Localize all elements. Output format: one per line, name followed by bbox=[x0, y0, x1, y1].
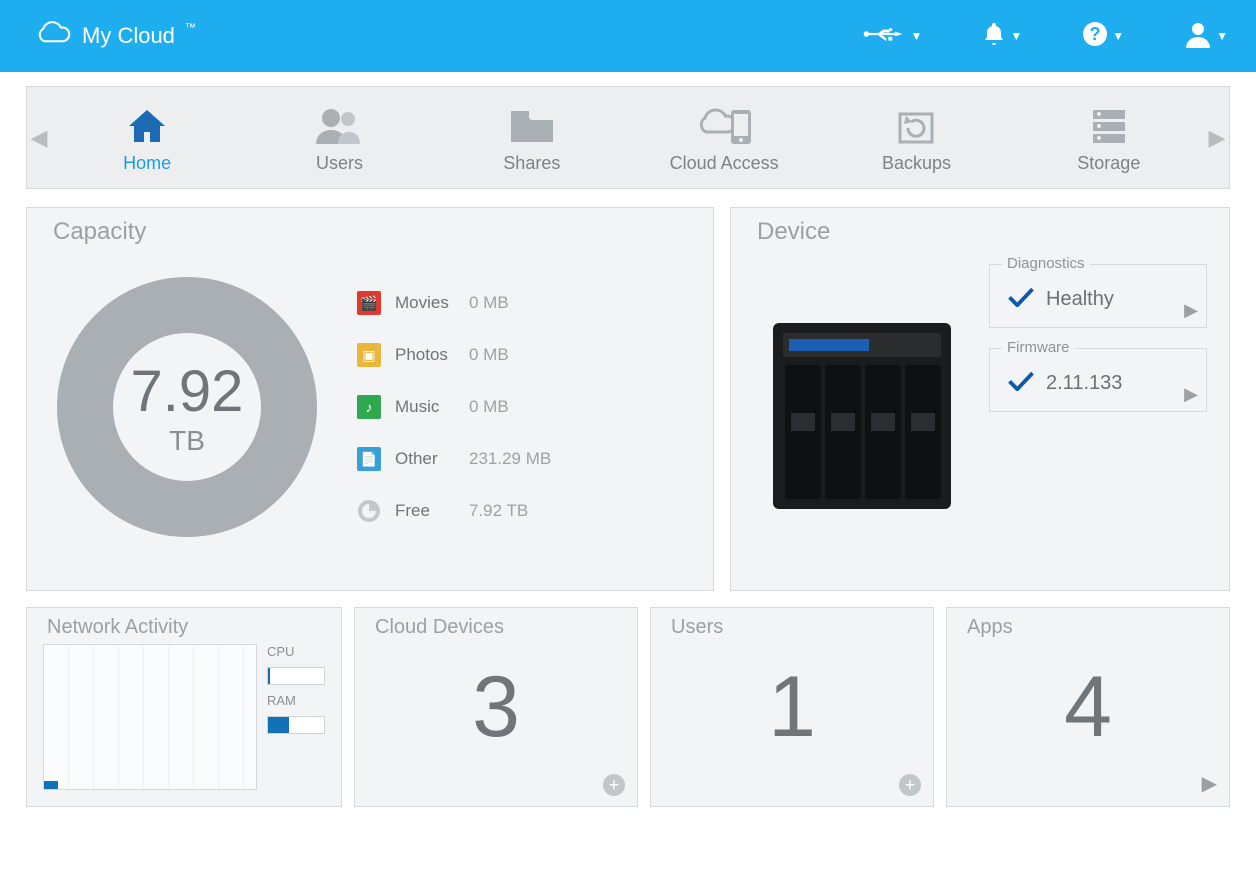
nav-label: Backups bbox=[820, 153, 1012, 174]
cloud-devices-count: 3 bbox=[472, 658, 520, 757]
pie-icon bbox=[357, 499, 381, 523]
caret-down-icon: ▼ bbox=[1112, 29, 1124, 43]
help-icon: ? bbox=[1082, 21, 1108, 52]
nav-storage[interactable]: Storage bbox=[1013, 87, 1205, 188]
add-icon[interactable]: + bbox=[899, 774, 921, 796]
breakdown-music: ♪ Music 0 MB bbox=[357, 395, 551, 419]
caret-down-icon: ▼ bbox=[1216, 29, 1228, 43]
chevron-right-icon: ▶ bbox=[1184, 300, 1198, 321]
chevron-right-icon: ▶ bbox=[1202, 771, 1217, 796]
check-icon bbox=[1008, 369, 1034, 397]
svg-text:?: ? bbox=[1090, 24, 1101, 44]
card-label: Diagnostics bbox=[1002, 255, 1090, 272]
firmware-card[interactable]: Firmware 2.11.133 ▶ bbox=[989, 348, 1207, 412]
apps-panel[interactable]: Apps 4 ▶ bbox=[946, 607, 1230, 807]
breakdown-photos: ▣ Photos 0 MB bbox=[357, 343, 551, 367]
diagnostics-card[interactable]: Diagnostics Healthy ▶ bbox=[989, 264, 1207, 328]
user-menu[interactable]: ▼ bbox=[1184, 20, 1228, 53]
cloud-devices-panel[interactable]: Cloud Devices 3 + bbox=[354, 607, 638, 807]
nav-scroll-right[interactable]: ▶ bbox=[1205, 125, 1229, 151]
cpu-meter bbox=[267, 667, 325, 685]
card-label: Firmware bbox=[1002, 339, 1075, 356]
user-icon bbox=[1184, 20, 1212, 53]
caret-down-icon: ▼ bbox=[1010, 29, 1022, 43]
bell-icon bbox=[982, 21, 1006, 52]
backup-icon bbox=[820, 105, 1012, 147]
usb-menu[interactable]: ▼ bbox=[862, 23, 922, 50]
cloud-icon bbox=[28, 18, 72, 54]
nav-backups[interactable]: Backups bbox=[820, 87, 1012, 188]
nav-label: Storage bbox=[1013, 153, 1205, 174]
breakdown-free: Free 7.92 TB bbox=[357, 499, 551, 523]
notifications-menu[interactable]: ▼ bbox=[982, 21, 1022, 52]
home-icon bbox=[51, 105, 243, 147]
trademark: ™ bbox=[185, 22, 196, 34]
panel-title: Network Activity bbox=[43, 616, 192, 639]
app-logo[interactable]: My Cloud ™ bbox=[28, 18, 196, 54]
nav-label: Cloud Access bbox=[628, 153, 820, 174]
add-icon[interactable]: + bbox=[603, 774, 625, 796]
caret-down-icon: ▼ bbox=[910, 29, 922, 43]
usb-icon bbox=[862, 23, 906, 50]
panel-title: Apps bbox=[963, 616, 1017, 639]
breakdown-movies: 🎬 Movies 0 MB bbox=[357, 291, 551, 315]
nav-users[interactable]: Users bbox=[243, 87, 435, 188]
check-icon bbox=[1008, 285, 1034, 313]
folder-icon bbox=[436, 105, 628, 147]
device-panel: Device bbox=[730, 207, 1230, 591]
nav-shares[interactable]: Shares bbox=[436, 87, 628, 188]
top-bar: My Cloud ™ ▼ ▼ ? ▼ ▼ bbox=[0, 0, 1256, 72]
capacity-unit: TB bbox=[169, 425, 205, 457]
main-nav: ◀ Home Users Shares Cloud Access Backups… bbox=[26, 86, 1230, 189]
network-chart bbox=[43, 644, 257, 790]
app-title: My Cloud bbox=[82, 23, 175, 49]
ram-meter bbox=[267, 716, 325, 734]
apps-count: 4 bbox=[1064, 658, 1112, 757]
cpu-label: CPU bbox=[267, 644, 325, 659]
chevron-right-icon: ▶ bbox=[1184, 384, 1198, 405]
device-image bbox=[759, 264, 969, 570]
photos-icon: ▣ bbox=[357, 343, 381, 367]
diagnostics-status: Healthy bbox=[1046, 288, 1114, 311]
movies-icon: 🎬 bbox=[357, 291, 381, 315]
panel-title: Users bbox=[667, 616, 727, 639]
firmware-version: 2.11.133 bbox=[1046, 372, 1122, 395]
topbar-actions: ▼ ▼ ? ▼ ▼ bbox=[862, 20, 1228, 53]
cloud-device-icon bbox=[628, 105, 820, 147]
panel-title: Device bbox=[751, 218, 836, 246]
nav-scroll-left[interactable]: ◀ bbox=[27, 125, 51, 151]
users-count: 1 bbox=[768, 658, 816, 757]
network-activity-panel: Network Activity CPU RAM bbox=[26, 607, 342, 807]
breakdown-other: 📄 Other 231.29 MB bbox=[357, 447, 551, 471]
users-icon bbox=[243, 105, 435, 147]
music-icon: ♪ bbox=[357, 395, 381, 419]
ram-label: RAM bbox=[267, 693, 325, 708]
users-panel[interactable]: Users 1 + bbox=[650, 607, 934, 807]
help-menu[interactable]: ? ▼ bbox=[1082, 21, 1124, 52]
capacity-value: 7.92 bbox=[131, 358, 244, 425]
document-icon: 📄 bbox=[357, 447, 381, 471]
nav-label: Shares bbox=[436, 153, 628, 174]
nav-cloud-access[interactable]: Cloud Access bbox=[628, 87, 820, 188]
panel-title: Cloud Devices bbox=[371, 616, 508, 639]
nav-label: Home bbox=[51, 153, 243, 174]
storage-icon bbox=[1013, 105, 1205, 147]
capacity-breakdown: 🎬 Movies 0 MB ▣ Photos 0 MB ♪ Music 0 MB… bbox=[357, 291, 551, 523]
nav-label: Users bbox=[243, 153, 435, 174]
nav-home[interactable]: Home bbox=[51, 87, 243, 188]
capacity-panel: Capacity 7.92 TB 🎬 Movies 0 MB ▣ Photos … bbox=[26, 207, 714, 591]
panel-title: Capacity bbox=[47, 218, 152, 246]
capacity-donut: 7.92 TB bbox=[57, 277, 317, 537]
